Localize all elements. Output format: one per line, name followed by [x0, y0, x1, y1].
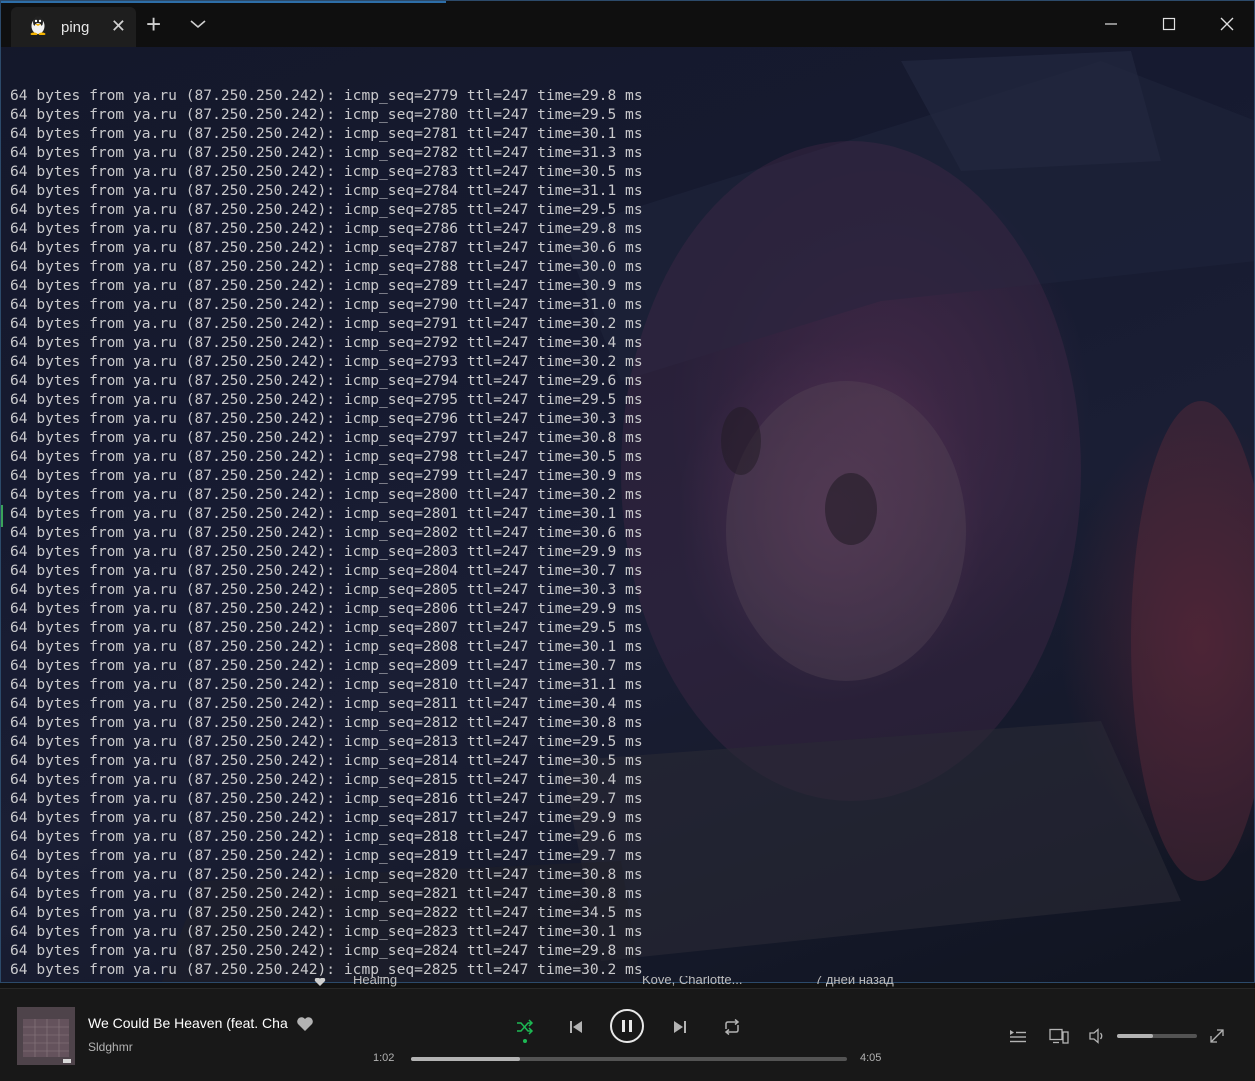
terminal-line: 64 bytes from ya.ru (87.250.250.242): ic… — [10, 467, 643, 484]
heart-icon — [314, 978, 326, 986]
chevron-down-icon[interactable] — [189, 17, 207, 35]
terminal-line: 64 bytes from ya.ru (87.250.250.242): ic… — [10, 809, 643, 826]
terminal-line: 64 bytes from ya.ru (87.250.250.242): ic… — [10, 163, 643, 180]
progress-bar[interactable] — [411, 1057, 847, 1061]
maximize-icon[interactable] — [1140, 1, 1198, 47]
devices-icon[interactable] — [1048, 1027, 1070, 1045]
terminal-line: 64 bytes from ya.ru (87.250.250.242): ic… — [10, 657, 643, 674]
terminal-line: 64 bytes from ya.ru (87.250.250.242): ic… — [10, 87, 643, 104]
terminal-line: 64 bytes from ya.ru (87.250.250.242): ic… — [10, 353, 643, 370]
terminal-line: 64 bytes from ya.ru (87.250.250.242): ic… — [10, 334, 643, 351]
terminal-output[interactable]: 64 bytes from ya.ru (87.250.250.242): ic… — [10, 48, 1254, 982]
terminal-window: ping ✕ + 64 bytes from ya.ru (87.250.250… — [0, 0, 1255, 983]
terminal-line: 64 bytes from ya.ru (87.250.250.242): ic… — [10, 277, 643, 294]
terminal-line: 64 bytes from ya.ru (87.250.250.242): ic… — [10, 790, 643, 807]
terminal-line: 64 bytes from ya.ru (87.250.250.242): ic… — [10, 239, 643, 256]
background-track-row: Healing Kove, Charlotte... 7 дней назад — [0, 976, 1255, 988]
pause-icon — [622, 1020, 632, 1032]
terminal-line: 64 bytes from ya.ru (87.250.250.242): ic… — [10, 638, 643, 655]
minimize-icon[interactable] — [1082, 1, 1140, 47]
shuffle-icon[interactable] — [514, 1017, 536, 1037]
track-title[interactable]: We Could Be Heaven (feat. Charlotte Hain… — [88, 1015, 288, 1031]
title-bar-accent — [1, 1, 446, 3]
terminal-line: 64 bytes from ya.ru (87.250.250.242): ic… — [10, 619, 643, 636]
terminal-line: 64 bytes from ya.ru (87.250.250.242): ic… — [10, 942, 643, 959]
terminal-line: 64 bytes from ya.ru (87.250.250.242): ic… — [10, 847, 643, 864]
heart-icon[interactable] — [296, 1016, 314, 1037]
terminal-line: 64 bytes from ya.ru (87.250.250.242): ic… — [10, 505, 643, 522]
tab-title: ping — [61, 18, 90, 36]
terminal-line: 64 bytes from ya.ru (87.250.250.242): ic… — [10, 866, 643, 883]
terminal-line: 64 bytes from ya.ru (87.250.250.242): ic… — [10, 904, 643, 921]
volume-fill — [1117, 1034, 1153, 1038]
terminal-line: 64 bytes from ya.ru (87.250.250.242): ic… — [10, 714, 643, 731]
terminal-line: 64 bytes from ya.ru (87.250.250.242): ic… — [10, 258, 643, 275]
time-elapsed: 1:02 — [373, 1052, 395, 1064]
close-icon[interactable] — [1198, 1, 1254, 47]
repeat-icon[interactable] — [720, 1016, 744, 1038]
terminal-line: 64 bytes from ya.ru (87.250.250.242): ic… — [10, 486, 643, 503]
volume-slider[interactable] — [1117, 1034, 1197, 1038]
player-bar: We Could Be Heaven (feat. Charlotte Hain… — [0, 988, 1255, 1081]
background-track-artist: Kove, Charlotte... — [642, 976, 743, 987]
terminal-line: 64 bytes from ya.ru (87.250.250.242): ic… — [10, 562, 643, 579]
terminal-line: 64 bytes from ya.ru (87.250.250.242): ic… — [10, 391, 643, 408]
time-total: 4:05 — [860, 1052, 882, 1064]
previous-icon[interactable] — [566, 1017, 586, 1037]
terminal-line: 64 bytes from ya.ru (87.250.250.242): ic… — [10, 429, 643, 446]
terminal-line: 64 bytes from ya.ru (87.250.250.242): ic… — [10, 885, 643, 902]
tab-close-icon[interactable]: ✕ — [111, 17, 126, 35]
terminal-line: 64 bytes from ya.ru (87.250.250.242): ic… — [10, 296, 643, 313]
terminal-line: 64 bytes from ya.ru (87.250.250.242): ic… — [10, 448, 643, 465]
terminal-line: 64 bytes from ya.ru (87.250.250.242): ic… — [10, 372, 643, 389]
terminal-line: 64 bytes from ya.ru (87.250.250.242): ic… — [10, 581, 643, 598]
terminal-line: 64 bytes from ya.ru (87.250.250.242): ic… — [10, 182, 643, 199]
terminal-line: 64 bytes from ya.ru (87.250.250.242): ic… — [10, 144, 643, 161]
background-track-title: Healing — [353, 976, 398, 987]
terminal-line: 64 bytes from ya.ru (87.250.250.242): ic… — [10, 220, 643, 237]
plus-icon[interactable]: + — [146, 9, 161, 40]
terminal-line: 64 bytes from ya.ru (87.250.250.242): ic… — [10, 676, 643, 693]
terminal-line: 64 bytes from ya.ru (87.250.250.242): ic… — [10, 923, 643, 940]
title-bar: ping ✕ + — [1, 1, 1254, 47]
terminal-line: 64 bytes from ya.ru (87.250.250.242): ic… — [10, 600, 643, 617]
terminal-line: 64 bytes from ya.ru (87.250.250.242): ic… — [10, 752, 643, 769]
terminal-line: 64 bytes from ya.ru (87.250.250.242): ic… — [10, 543, 643, 560]
terminal-line: 64 bytes from ya.ru (87.250.250.242): ic… — [10, 524, 643, 541]
tab-ping[interactable]: ping ✕ — [11, 7, 136, 47]
terminal-line: 64 bytes from ya.ru (87.250.250.242): ic… — [10, 106, 643, 123]
tux-icon — [29, 15, 47, 40]
terminal-lines: 64 bytes from ya.ru (87.250.250.242): ic… — [10, 86, 1254, 979]
scroll-marker — [1, 505, 3, 527]
terminal-line: 64 bytes from ya.ru (87.250.250.242): ic… — [10, 771, 643, 788]
terminal-line: 64 bytes from ya.ru (87.250.250.242): ic… — [10, 828, 643, 845]
terminal-line: 64 bytes from ya.ru (87.250.250.242): ic… — [10, 733, 643, 750]
pause-button[interactable] — [610, 1009, 644, 1043]
progress-fill — [411, 1057, 520, 1061]
shuffle-active-dot — [523, 1039, 527, 1043]
volume-icon[interactable] — [1088, 1027, 1108, 1045]
album-art[interactable] — [17, 1007, 75, 1065]
terminal-line: 64 bytes from ya.ru (87.250.250.242): ic… — [10, 410, 643, 427]
queue-icon[interactable] — [1008, 1027, 1028, 1045]
background-track-added: 7 дней назад — [815, 976, 894, 987]
terminal-line: 64 bytes from ya.ru (87.250.250.242): ic… — [10, 315, 643, 332]
terminal-line: 64 bytes from ya.ru (87.250.250.242): ic… — [10, 201, 643, 218]
fullscreen-icon[interactable] — [1208, 1027, 1226, 1045]
track-artist[interactable]: Sldghmr — [88, 1040, 133, 1054]
terminal-line: 64 bytes from ya.ru (87.250.250.242): ic… — [10, 695, 643, 712]
terminal-line: 64 bytes from ya.ru (87.250.250.242): ic… — [10, 125, 643, 142]
next-icon[interactable] — [670, 1017, 690, 1037]
